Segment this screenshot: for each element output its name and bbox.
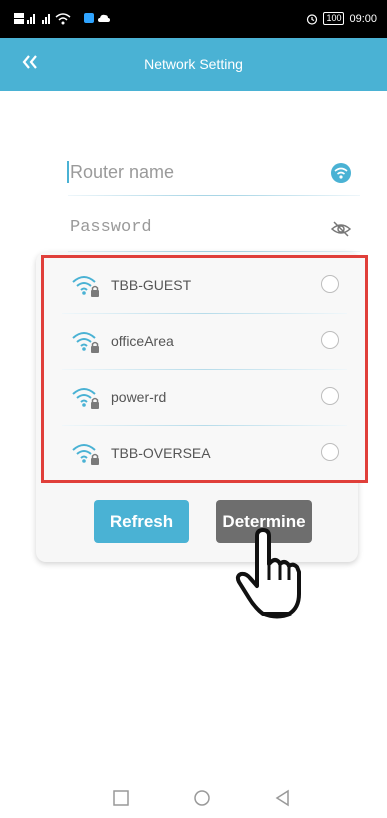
network-name: TBB-OVERSEA [111, 445, 211, 461]
status-time: 09:00 [349, 12, 377, 25]
password-field[interactable]: Password [68, 206, 360, 252]
back-triangle-icon[interactable] [274, 789, 292, 807]
system-nav-bar [0, 775, 387, 818]
pointing-hand-icon [235, 528, 301, 619]
network-row[interactable]: TBB-GUEST [44, 258, 365, 314]
network-radio[interactable] [321, 443, 339, 461]
network-radio[interactable] [321, 387, 339, 405]
cloud-icon [98, 14, 110, 22]
locked-wifi-icon [72, 388, 99, 409]
alarm-icon [307, 13, 318, 25]
network-name: TBB-GUEST [111, 277, 192, 293]
router-name-field[interactable]: Router name [67, 150, 360, 196]
network-name: officeArea [111, 333, 174, 349]
network-row[interactable]: officeArea [44, 314, 365, 370]
router-name-placeholder: Router name [70, 162, 175, 182]
password-placeholder: Password [70, 218, 152, 237]
locked-wifi-icon [72, 444, 99, 465]
router-name-underline [68, 195, 360, 196]
sim-signal-icon [14, 13, 71, 25]
locked-wifi-icon [72, 332, 99, 353]
locked-wifi-icon [72, 276, 99, 297]
status-bar-right: 100 09:00 [306, 12, 377, 25]
text-cursor [67, 161, 69, 183]
network-radio[interactable] [321, 275, 339, 293]
eye-hidden-icon[interactable] [330, 218, 352, 240]
status-bar: 100 09:00 [0, 0, 387, 38]
refresh-button[interactable]: Refresh [94, 500, 189, 543]
network-list: TBB-GUEST officeArea power-rd TBB-OVERSE… [41, 255, 368, 483]
recents-square-icon[interactable] [112, 789, 130, 807]
network-row[interactable]: TBB-OVERSEA [44, 426, 365, 480]
wifi-icon[interactable] [330, 162, 352, 184]
network-name: power-rd [111, 389, 167, 405]
network-radio[interactable] [321, 331, 339, 349]
page-title: Network Setting [144, 56, 243, 72]
network-row[interactable]: power-rd [44, 370, 365, 426]
status-bar-left [14, 11, 110, 25]
battery-icon: 100 [323, 12, 345, 25]
home-circle-icon[interactable] [193, 789, 211, 807]
notification-icon [84, 13, 94, 23]
app-bar: Network Setting [0, 38, 387, 91]
